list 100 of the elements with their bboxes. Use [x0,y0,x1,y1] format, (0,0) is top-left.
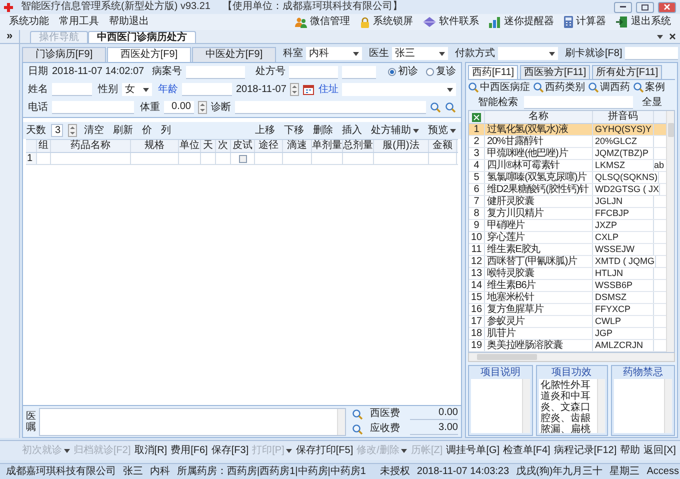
form-tab[interactable]: 门诊病历[F9] [22,47,106,62]
toolbar-button[interactable]: 列 [159,126,173,136]
drug-row[interactable]: 7 健肝灵胶囊 JGLJN [469,196,666,208]
row-number: 19 [469,340,485,351]
action-button[interactable]: 保存[F3] [211,446,249,456]
column-header: 服(用)法 [374,140,429,152]
input-field[interactable]: 3 [51,124,63,137]
status-text: 成都嘉珂琪科技有限公司 [6,466,116,476]
action-button[interactable]: 保存打印[F5] [296,446,354,456]
toolbar-button[interactable]: 退出系统 [611,14,676,30]
menu-item[interactable]: 帮助退出 [104,14,154,30]
toolbar-button[interactable]: 删除 [311,126,335,136]
toolbar-button[interactable]: 下移 [282,126,306,136]
table-cell: 维D2果糖酸钙(胶性钙)针 [485,184,593,195]
filter-button[interactable]: 中西医病症 [468,82,530,93]
drug-tab[interactable]: 西药[F11] [468,65,518,79]
table-cell: 氢氯噻嗪(双氢克尿噻)片 [485,172,593,183]
toolbar-button[interactable]: 微信管理 [290,14,355,30]
drug-row[interactable]: 15 地塞米松针 DSMSZ [469,292,666,304]
organization-label: 【使用单位：成都嘉珂琪科技有限公司】 [222,2,402,12]
drug-row[interactable]: 14 维生素B6片 WSSB6P [469,280,666,292]
filter-button[interactable]: 西药类别 [533,82,585,93]
input-field[interactable]: 0.00 [164,101,194,114]
action-button[interactable]: 检查单[F4] [503,446,550,456]
table-cell: DSMSZ [593,292,654,303]
table-cell: 甲硝唑片 [485,220,593,231]
drug-row[interactable]: 9 甲硝唑片 JXZP [469,220,666,232]
action-button[interactable]: 调挂号单[G] [446,446,500,456]
toolbar-button[interactable]: 预览 [426,126,458,136]
dropdown-field[interactable]: 女 [122,83,152,96]
toolbar-button[interactable]: 清空 [82,126,106,136]
form-tab[interactable]: 中医处方[F9] [192,47,276,62]
drug-row[interactable]: 8 复方川贝精片 FFCBJP [469,208,666,220]
row-number: 1 [26,153,37,164]
drug-row[interactable]: 3 甲巯咪唑(他巴唑)片 JQMZ(TBZ)P [469,148,666,160]
row-number: 16 [469,304,485,315]
menu-item[interactable]: 系统功能 [4,14,54,30]
menu-item[interactable]: 常用工具 [54,14,104,30]
show-all-button[interactable]: 全显 [639,98,665,108]
drug-row[interactable]: 13 喉特灵胶囊 HTLJN [469,268,666,280]
drug-row[interactable]: 4 四川®林可霉素针 LKMSZ ab [469,160,666,172]
form-tab[interactable]: 西医处方[F9] [107,47,191,62]
radio-label: 复诊 [436,67,456,77]
column-header: 组 [37,140,51,152]
document-tab[interactable]: 中西医门诊病历处方 [88,31,196,43]
row-number: 7 [469,196,485,207]
drug-row[interactable]: 18 肌苷片 JGP [469,328,666,340]
table-cell: JQMZ(TBZ)P [593,148,654,159]
toolbar-button[interactable]: 刷新 [111,126,135,136]
action-button[interactable]: 取消[R] [134,446,168,456]
column-header: 次 [216,140,231,152]
fee-value: 3.00 [410,423,458,435]
table-cell: AMLZCRJN [593,340,654,351]
column-header: 名称 [485,111,593,123]
toolbar-button[interactable]: 软件联系 [418,14,484,30]
toolbar-button[interactable]: 迷你提醒器 [484,14,559,30]
status-text: 星期三 [610,466,640,476]
info-box-title: 项目说明 [479,366,522,379]
dropdown-field[interactable]: 内科 [306,47,362,60]
filter-button[interactable]: 案例 [633,82,665,93]
status-text: 戊戌(狗)年九月三十 [516,466,603,476]
filter-button[interactable]: 调西药 [588,82,630,93]
dropdown-field[interactable]: 张三 [392,47,448,60]
row-number: 8 [469,208,485,219]
drug-row[interactable]: 5 氢氯噻嗪(双氢克尿噻)片 QLSQ(SQKNS) [469,172,666,184]
drug-row[interactable]: 17 参蚁灵片 CWLP [469,316,666,328]
drug-row[interactable]: 19 奥美拉唑肠溶胶囊 AMLZCRJN [469,340,666,352]
toolbar-button[interactable]: 处方辅助 [369,126,421,136]
drug-row[interactable]: 16 复方鱼腥草片 FFYXCP [469,304,666,316]
date-value: 2018-11-07 [236,84,286,94]
action-button[interactable]: 返回[X] [644,446,676,456]
toolbar-button[interactable]: 计算器 [559,14,611,30]
action-button[interactable]: 帮助 [620,446,640,456]
table-cell: 西咪替丁(甲氰咪胍)片 [485,256,593,267]
drug-row[interactable]: 10 穿心莲片 CXLP [469,232,666,244]
row-number: 3 [469,148,485,159]
drug-row[interactable]: 11 维生素E胶丸 WSSEJW [469,244,666,256]
drug-tab[interactable]: 所有处方[F11] [592,65,662,79]
toolbar-button[interactable]: 上移 [253,126,277,136]
field-label: 体重 [140,102,160,112]
toolbar-button[interactable]: 插入 [340,126,364,136]
drug-tab[interactable]: 西医验方[F11] [520,65,590,79]
field-label: 姓名 [28,84,48,94]
action-button[interactable]: 费用[F6] [170,446,208,456]
column-header: 总剂量 [343,140,374,152]
table-cell: 20%GLCZ [593,136,654,147]
field-label: 天数 [26,126,46,136]
field-label: 电话 [28,102,48,112]
drug-row[interactable]: 12 西咪替丁(甲氰咪胍)片 XMTD ( JQMG [469,256,666,268]
table-cell: WSSEJW [593,244,654,255]
toolbar-button[interactable]: 系统锁屏 [355,14,418,30]
table-cell: 过氧化氢(双氧水)液 [485,124,593,135]
toolbar-button[interactable]: 价 [140,126,154,136]
action-button[interactable]: 病程记录[F12] [554,446,617,456]
drug-row[interactable]: 2 20%甘露醇针 20%GLCZ [469,136,666,148]
table-cell: 地塞米松针 [485,292,593,303]
drug-row[interactable]: 1 过氧化氢(双氧水)液 GYHQ(SYS)Y [469,124,666,136]
drug-row[interactable]: 6 维D2果糖酸钙(胶性钙)针 WD2GTSG ( JX [469,184,666,196]
sidebar-toggle-button[interactable]: » [0,30,20,43]
column-header: 滴速 [283,140,312,152]
